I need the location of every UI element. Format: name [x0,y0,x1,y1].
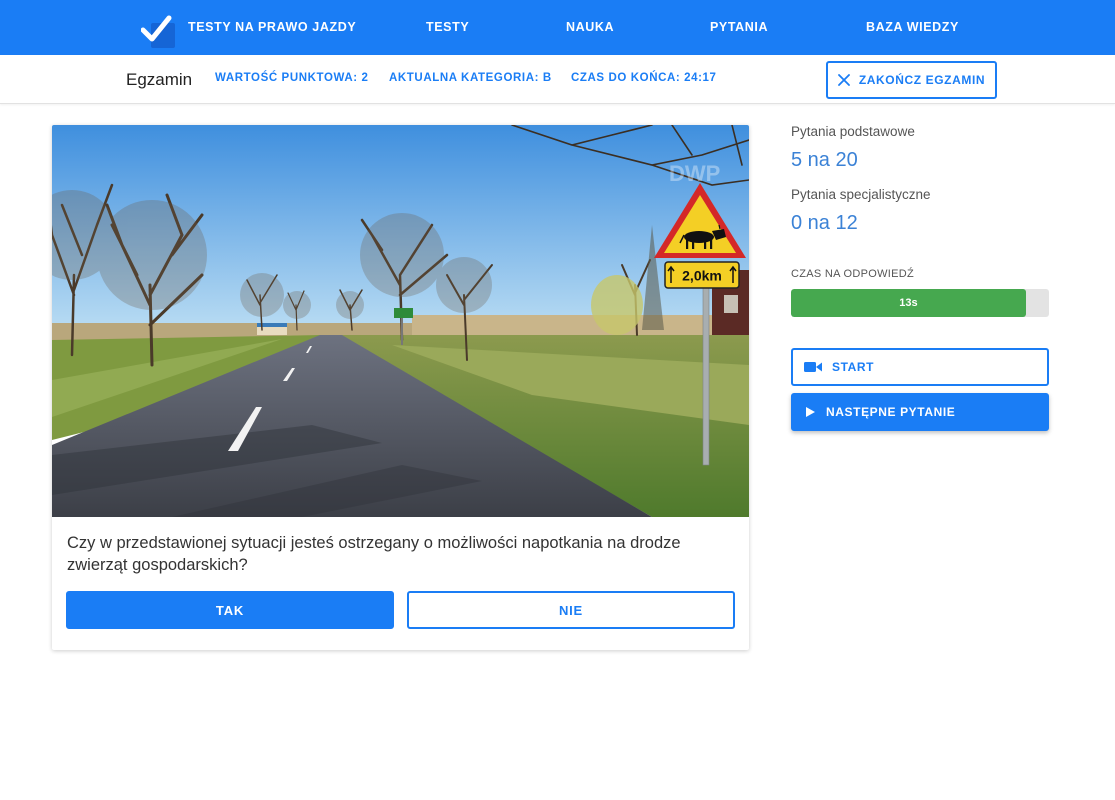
answer-no-button[interactable]: NIE [407,591,735,629]
answer-timer-label: CZAS NA ODPOWIEDŹ [791,268,915,280]
brand-link[interactable]: TESTY NA PRAWO JAZDY [188,20,356,34]
nav-item-pytania[interactable]: PYTANIA [710,20,768,34]
time-remaining: CZAS DO KOŃCA: 24:17 [571,72,717,84]
answer-timer-value: 13s [899,297,918,309]
basic-questions-label: Pytania podstawowe [791,124,915,139]
answer-yes-button[interactable]: TAK [66,591,394,629]
answer-timer-bar: 13s [791,289,1049,317]
watermark-text: DWP [669,161,720,186]
special-questions-value: 0 na 12 [791,212,858,234]
nav-item-testy[interactable]: TESTY [426,20,469,34]
start-video-label: START [832,360,875,374]
special-questions-label: Pytania specjalistyczne [791,187,931,202]
answer-timer-fill: 13s [791,289,1026,317]
basic-questions-value: 5 na 20 [791,149,858,171]
finish-exam-button[interactable]: ZAKOŃCZ EGZAMIN [826,61,997,99]
top-navigation: TESTY NA PRAWO JAZDY TESTY NAUKA PYTANIA… [0,0,1115,55]
question-text: Czy w przedstawionej sytuacji jesteś ost… [67,534,681,574]
start-video-button[interactable]: START [791,348,1049,386]
points-value: WARTOŚĆ PUNKTOWA: 2 [215,72,369,84]
next-question-button[interactable]: NASTĘPNE PYTANIE [791,393,1049,431]
exam-status-bar: Egzamin WARTOŚĆ PUNKTOWA: 2 AKTUALNA KAT… [0,55,1115,104]
nav-item-nauka[interactable]: NAUKA [566,20,614,34]
distance-plate-text: 2,0km [682,268,722,284]
question-scene-image: 2,0km DWP [52,125,749,517]
current-category: AKTUALNA KATEGORIA: B [389,72,552,84]
play-icon [806,407,815,417]
checkmark-logo-icon[interactable] [141,14,177,48]
video-camera-icon [804,362,822,372]
close-icon [837,74,850,86]
exam-title: Egzamin [126,70,193,89]
finish-exam-label: ZAKOŃCZ EGZAMIN [858,73,986,87]
nav-item-baza-wiedzy[interactable]: BAZA WIEDZY [866,20,959,34]
next-question-label: NASTĘPNE PYTANIE [826,405,956,419]
question-card: 2,0km DWP Czy w przedstawionej sytuacji … [52,125,749,650]
